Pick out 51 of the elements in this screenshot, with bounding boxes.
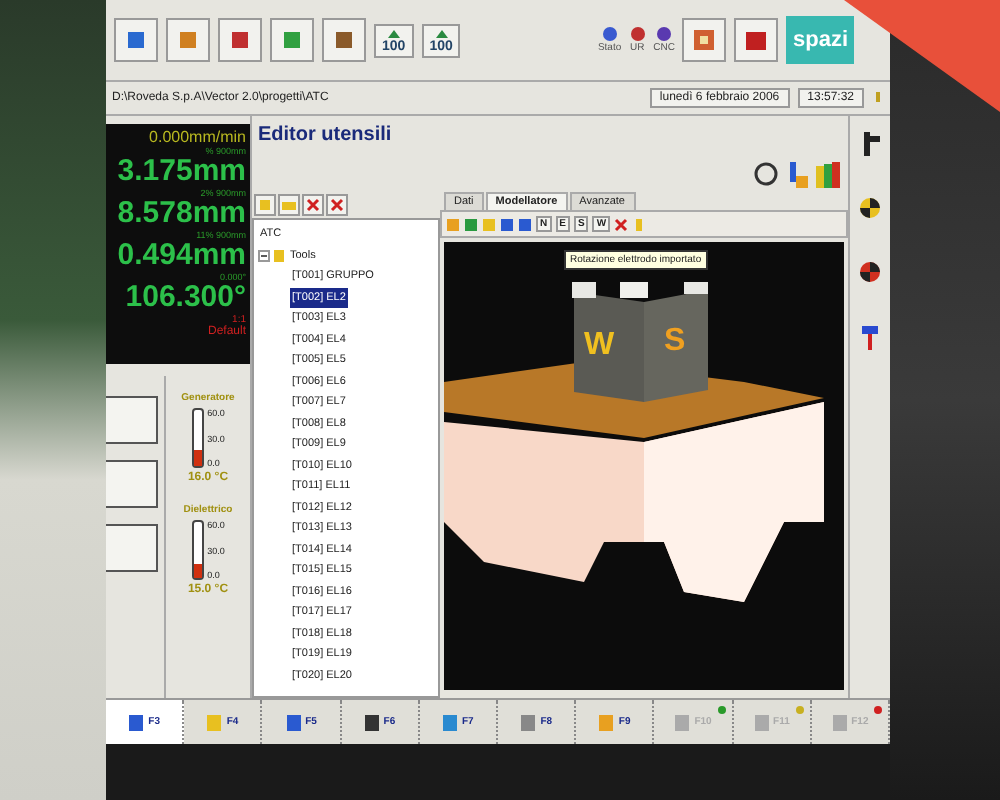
square-icon bbox=[332, 28, 356, 52]
tool-button[interactable] bbox=[218, 18, 262, 62]
square-icon bbox=[285, 713, 302, 731]
tool-button[interactable] bbox=[734, 18, 779, 62]
tool-button[interactable] bbox=[322, 18, 366, 62]
target-icon[interactable] bbox=[858, 196, 882, 220]
square-icon bbox=[598, 713, 615, 731]
square-icon bbox=[753, 713, 770, 731]
triangle-icon bbox=[433, 27, 450, 39]
tree-tool-button[interactable] bbox=[302, 194, 324, 216]
square-icon bbox=[228, 28, 252, 52]
tool-icon[interactable] bbox=[858, 128, 882, 156]
square-icon bbox=[363, 713, 380, 731]
square-icon bbox=[692, 28, 717, 52]
tree-tool-button[interactable] bbox=[326, 194, 348, 216]
target-icon[interactable] bbox=[858, 260, 882, 284]
model-drawing: W S bbox=[444, 282, 824, 602]
gauge-box bbox=[106, 524, 158, 572]
square-icon bbox=[831, 713, 848, 731]
tool-button[interactable] bbox=[270, 18, 314, 62]
feed-reading: 0.000mm/min bbox=[149, 128, 246, 146]
triangle-icon bbox=[385, 27, 402, 39]
square-icon bbox=[280, 28, 304, 52]
square-icon bbox=[520, 713, 537, 731]
axis-reading: 3.175mm bbox=[117, 156, 246, 188]
delete-icon bbox=[304, 196, 322, 214]
axis-reading: 106.300° bbox=[125, 282, 246, 314]
square-icon bbox=[176, 28, 200, 52]
tool-button[interactable] bbox=[114, 18, 158, 62]
square-icon[interactable] bbox=[518, 217, 532, 231]
gauge-box bbox=[106, 396, 158, 444]
square-icon bbox=[128, 713, 145, 731]
logo: spazi bbox=[786, 16, 854, 64]
tool-button[interactable] bbox=[682, 18, 727, 62]
editor-title: Editor utensili bbox=[256, 122, 394, 150]
square-icon bbox=[744, 28, 769, 52]
axis-reading: 0.494mm bbox=[117, 240, 246, 272]
square-icon[interactable] bbox=[500, 217, 514, 231]
square-icon bbox=[674, 713, 691, 731]
square-icon bbox=[206, 713, 223, 731]
delete-icon[interactable] bbox=[614, 217, 629, 231]
axis-reading: 8.578mm bbox=[117, 198, 246, 230]
delete-icon bbox=[328, 196, 346, 214]
square-icon bbox=[124, 28, 148, 52]
bars-icon[interactable] bbox=[814, 160, 842, 188]
square-icon[interactable] bbox=[464, 217, 478, 231]
tool-button[interactable] bbox=[166, 18, 210, 62]
gauge-box bbox=[106, 460, 158, 508]
square-icon bbox=[441, 713, 458, 731]
tool-icon[interactable] bbox=[860, 324, 880, 352]
expander-icon[interactable] bbox=[258, 249, 270, 262]
